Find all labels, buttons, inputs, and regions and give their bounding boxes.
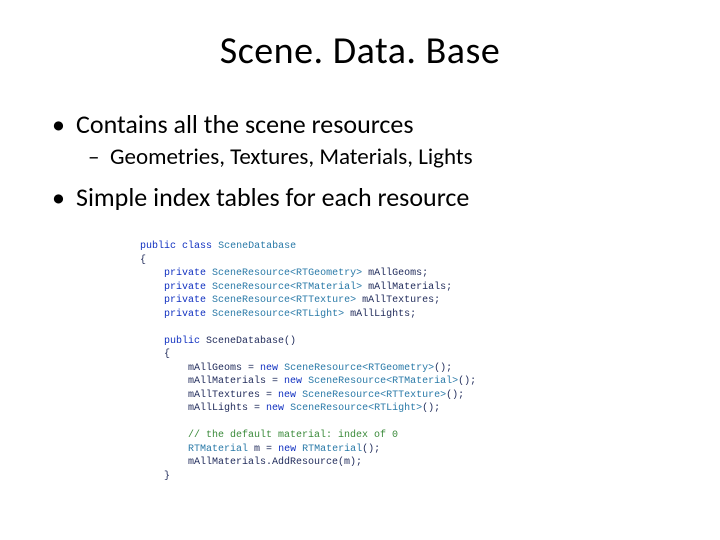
type-rtmaterial: RTMaterial (188, 444, 248, 455)
type-rtmaterial-2: RTMaterial (302, 444, 362, 455)
assign-mats: mAllMaterials = (188, 376, 278, 387)
kw-private-1: private (164, 268, 206, 279)
slide: Scene. Data. Base Contains all the scene… (0, 0, 720, 540)
ctor-tail-2: (); (458, 376, 476, 387)
var-m: m = (254, 444, 272, 455)
type-light-2: SceneResource<RTLight> (290, 403, 422, 414)
type-mat: SceneResource<RTMaterial> (212, 282, 362, 293)
kw-new-2: new (284, 376, 302, 387)
type-geom: SceneResource<RTGeometry> (212, 268, 362, 279)
field-textures: mAllTextures; (362, 295, 440, 306)
type-light: SceneResource<RTLight> (212, 309, 344, 320)
assign-geoms: mAllGeoms = (188, 363, 254, 374)
slide-body: Contains all the scene resources Geometr… (52, 108, 660, 216)
brace-open-2: { (164, 349, 170, 360)
kw-new-4: new (266, 403, 284, 414)
comment-default-mat: // the default material: index of 0 (188, 430, 398, 441)
bullet-2: Simple index tables for each resource (52, 181, 660, 214)
field-materials: mAllMaterials; (368, 282, 452, 293)
ctor-tail-1: (); (434, 363, 452, 374)
type-tex: SceneResource<RTTexture> (212, 295, 356, 306)
kw-class: class (182, 241, 212, 252)
type-scenedatabase: SceneDatabase (218, 241, 296, 252)
ctor-name: SceneDatabase() (206, 336, 296, 347)
brace-close-2: } (164, 471, 170, 482)
ctor-tail-3: (); (446, 390, 464, 401)
kw-new-3: new (278, 390, 296, 401)
ctor-tail-4: (); (422, 403, 440, 414)
field-geoms: mAllGeoms; (368, 268, 428, 279)
bullet-1-sub-1: Geometries, Textures, Materials, Lights (52, 143, 660, 172)
add-resource: mAllMaterials.AddResource(m); (188, 457, 362, 468)
code-snippet: public class SceneDatabase { private Sce… (140, 240, 580, 483)
brace-open-1: { (140, 255, 146, 266)
ctor-tail-5: (); (362, 444, 380, 455)
kw-new-1: new (260, 363, 278, 374)
assign-lights: mAllLights = (188, 403, 260, 414)
slide-title: Scene. Data. Base (0, 28, 720, 74)
kw-new-5: new (278, 444, 296, 455)
kw-private-3: private (164, 295, 206, 306)
type-geom-2: SceneResource<RTGeometry> (284, 363, 434, 374)
kw-private-2: private (164, 282, 206, 293)
type-mat-2: SceneResource<RTMaterial> (308, 376, 458, 387)
kw-private-4: private (164, 309, 206, 320)
type-tex-2: SceneResource<RTTexture> (302, 390, 446, 401)
field-lights: mAllLights; (350, 309, 416, 320)
kw-public: public (140, 241, 176, 252)
assign-texs: mAllTextures = (188, 390, 272, 401)
kw-public-2: public (164, 336, 200, 347)
bullet-1: Contains all the scene resources (52, 108, 660, 141)
